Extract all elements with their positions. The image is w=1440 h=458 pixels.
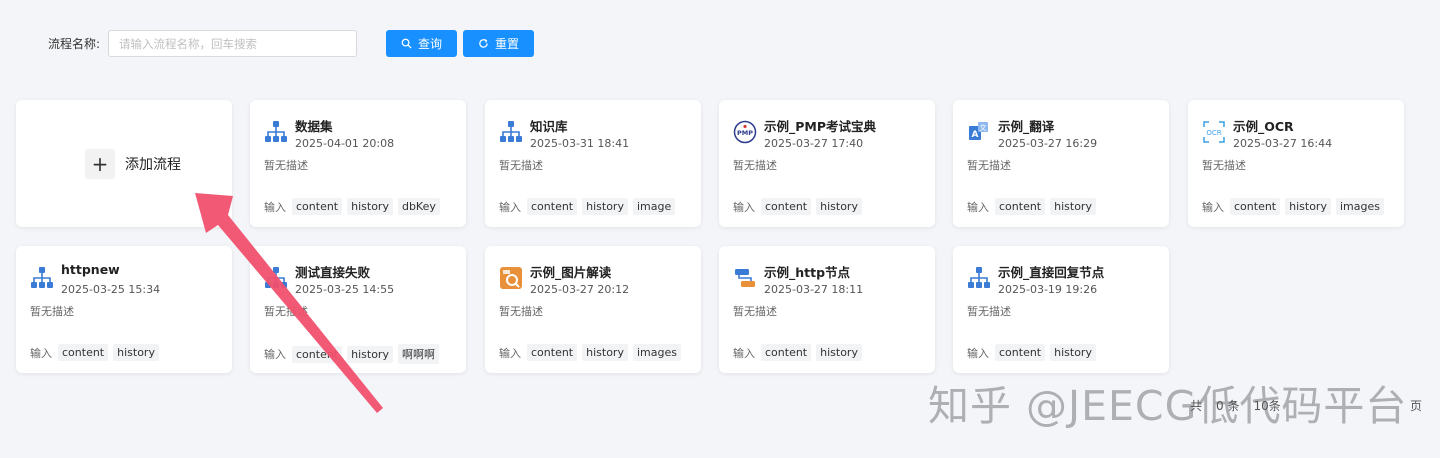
annotation-arrow [195,193,383,413]
